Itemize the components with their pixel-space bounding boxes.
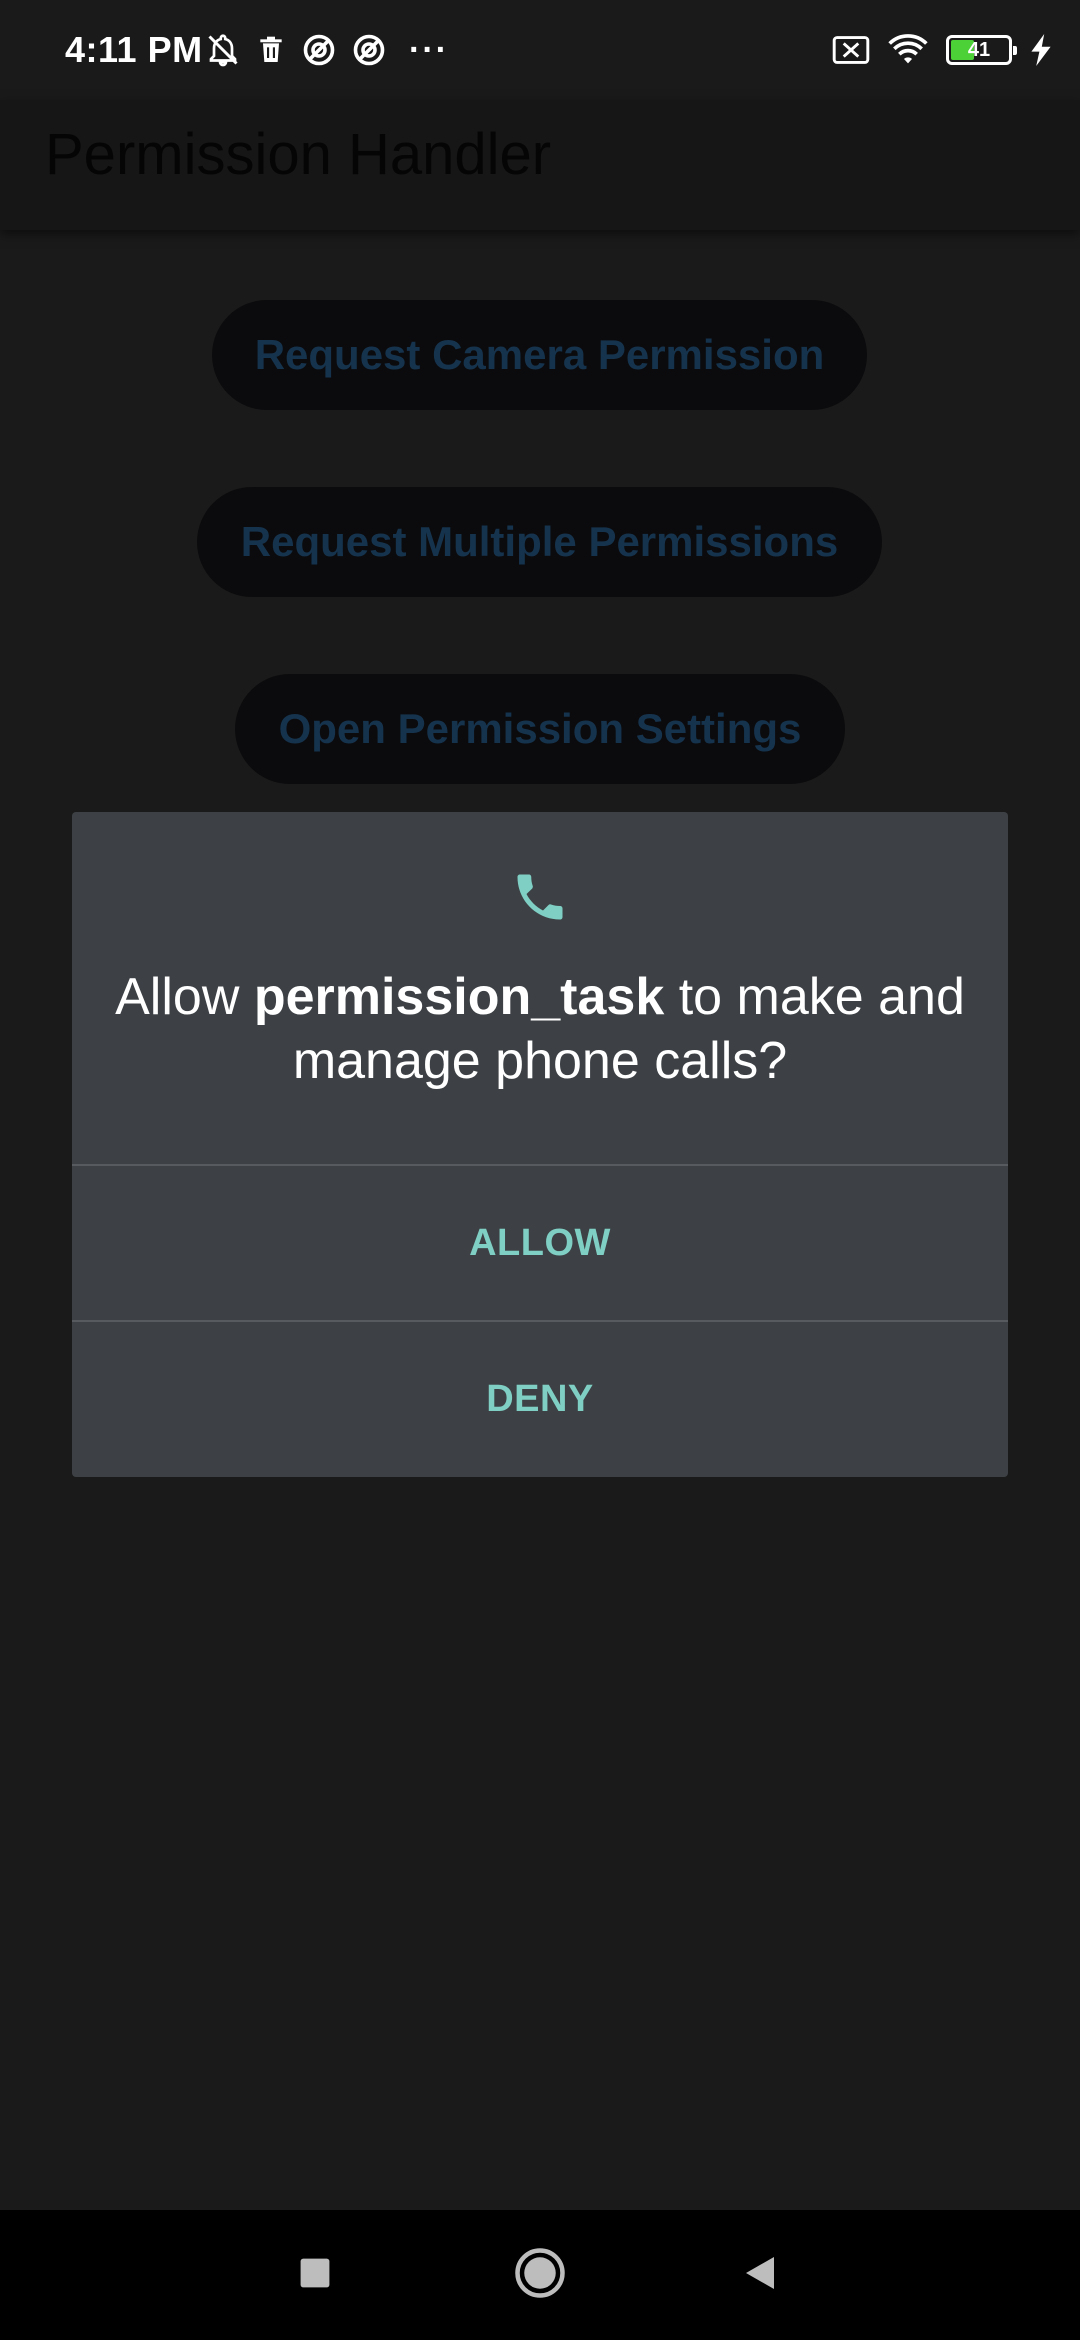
message-prefix: Allow (115, 968, 254, 1026)
permission-dialog: Allow permission_task to make and manage… (72, 812, 1008, 1477)
dialog-icon-container (72, 867, 1008, 932)
dialog-message: Allow permission_task to make and manage… (112, 965, 968, 1093)
message-app-name: permission_task (253, 968, 665, 1026)
back-icon (740, 2253, 780, 2298)
recents-button[interactable] (255, 2210, 375, 2340)
recents-icon (297, 2255, 333, 2296)
phone-icon (510, 867, 570, 932)
back-button[interactable] (700, 2210, 820, 2340)
home-button[interactable] (480, 2210, 600, 2340)
allow-button[interactable]: ALLOW (72, 1166, 1008, 1320)
home-icon (513, 2246, 567, 2305)
navigation-bar (0, 2210, 1080, 2340)
screen: 4:11 PM ··· 41 Permission Handler Reques… (0, 0, 1080, 2340)
deny-button[interactable]: DENY (72, 1322, 1008, 1477)
